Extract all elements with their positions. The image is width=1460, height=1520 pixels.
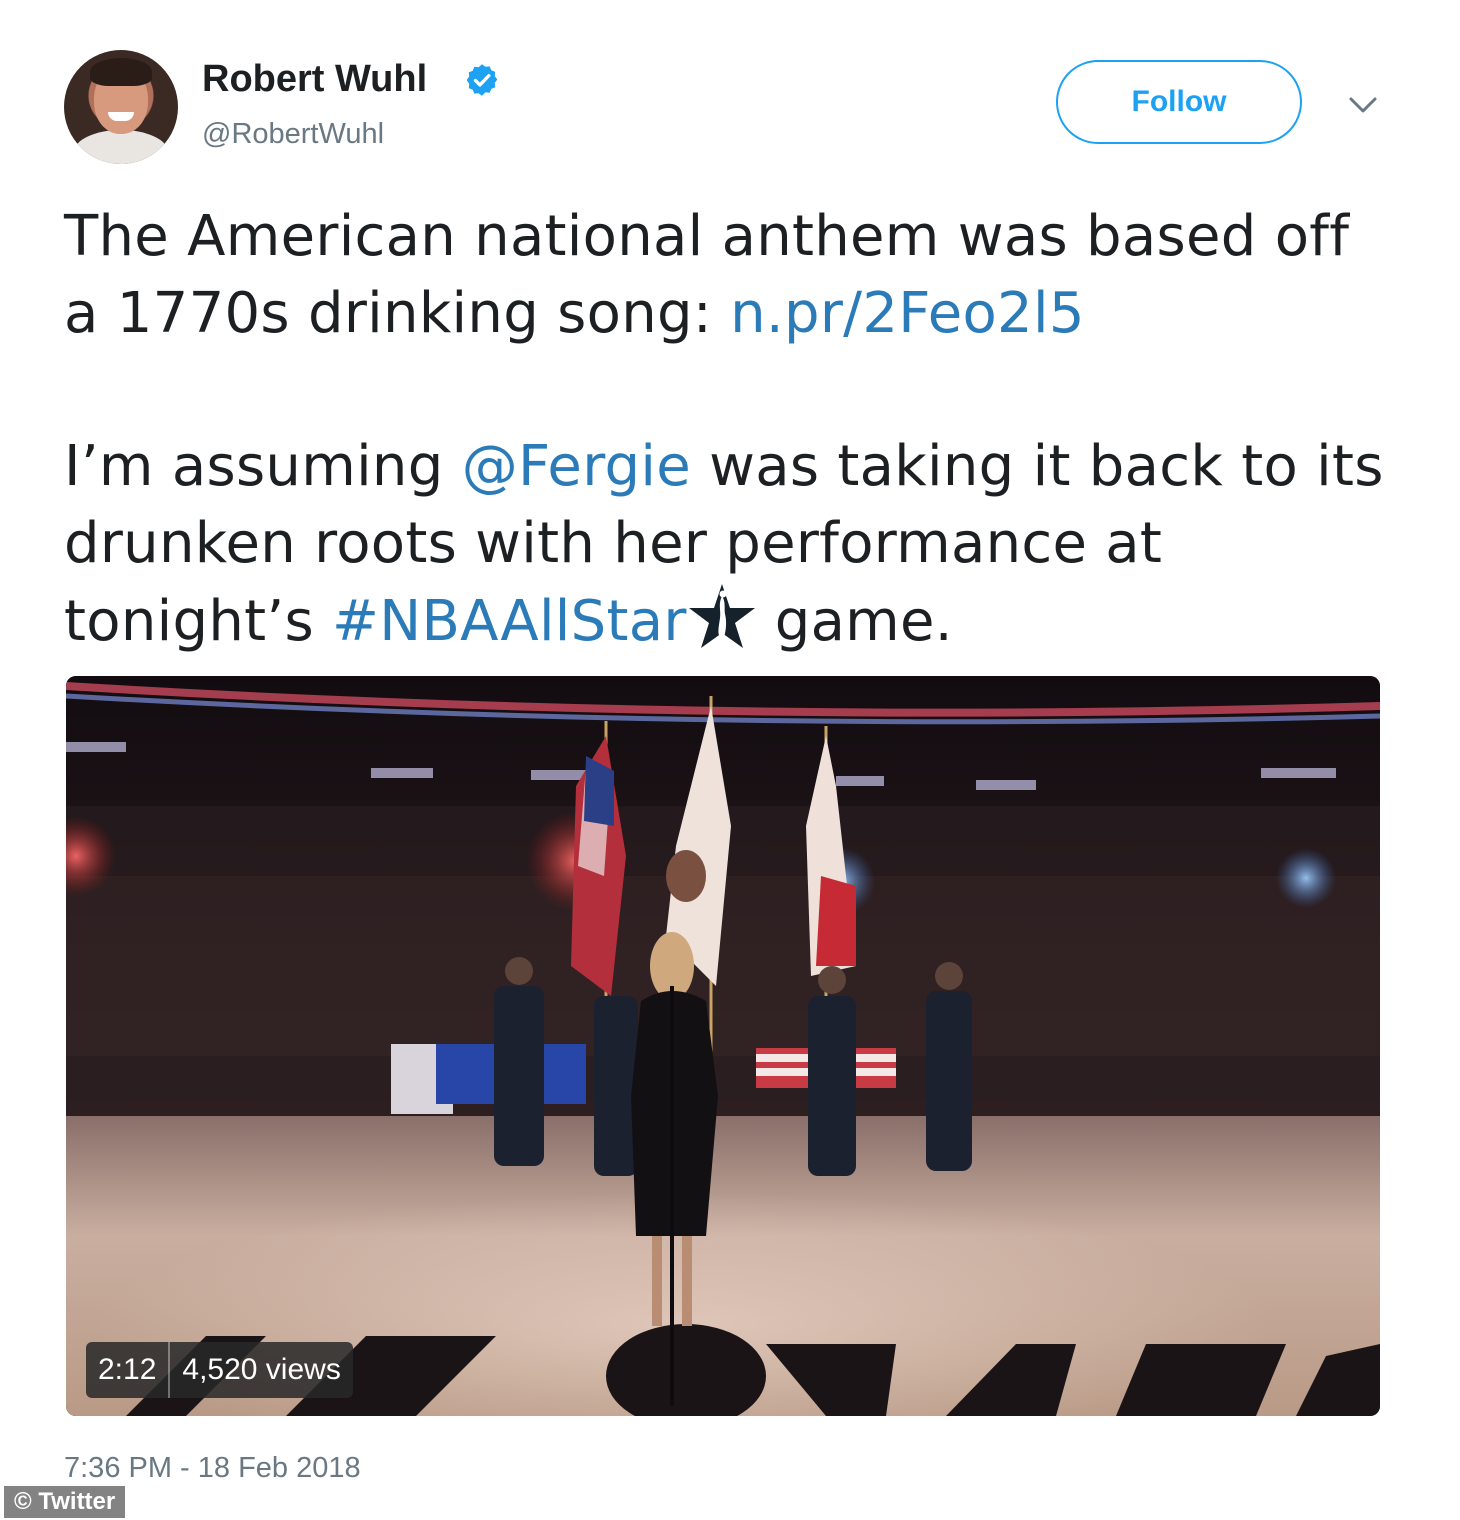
follow-button[interactable]: Follow: [1056, 60, 1302, 144]
video-duration: 2:12: [98, 1353, 157, 1386]
tweet-text-segment: I’m assuming: [64, 434, 462, 499]
nba-all-star-icon: [688, 584, 755, 648]
chevron-down-icon[interactable]: [1346, 94, 1380, 116]
hashtag-link[interactable]: #NBAAllStar: [332, 589, 687, 654]
author-display-name[interactable]: Robert Wuhl: [202, 58, 427, 101]
verified-badge-icon: [466, 64, 498, 96]
author-handle[interactable]: @RobertWuhl: [202, 118, 384, 151]
tweet-text: The American national anthem was based o…: [64, 198, 1394, 660]
avatar-shirt: [74, 130, 168, 164]
video-info-badge: 2:12 4,520 views: [86, 1342, 353, 1398]
tweet-timestamp[interactable]: 7:36 PM - 18 Feb 2018: [64, 1452, 361, 1485]
watermark: © Twitter: [4, 1486, 126, 1518]
tweet-link[interactable]: n.pr/2Feo2l5: [730, 281, 1085, 346]
avatar[interactable]: [64, 50, 178, 164]
video-player[interactable]: 2:12 4,520 views: [66, 676, 1380, 1416]
tweet-paragraph-1: The American national anthem was based o…: [64, 198, 1394, 352]
tweet-text-segment: game.: [774, 589, 953, 654]
mention-link[interactable]: @Fergie: [462, 434, 691, 499]
tweet-text-segment: The American national anthem was based o…: [64, 204, 1350, 346]
tweet-paragraph-2: I’m assuming @Fergie was taking it back …: [64, 428, 1394, 660]
avatar-hair: [90, 58, 152, 86]
video-views: 4,520 views: [182, 1353, 341, 1386]
video-thumbnail: [66, 676, 1380, 1416]
